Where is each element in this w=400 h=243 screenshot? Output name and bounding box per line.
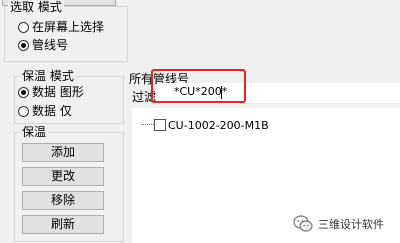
remove-button[interactable]: 移除 — [22, 191, 104, 210]
radio-label: 数据 图形 — [32, 85, 84, 99]
add-button[interactable]: 添加 — [22, 143, 104, 162]
wechat-icon — [293, 215, 313, 232]
radio-data-only[interactable]: 数据 仅 — [18, 104, 72, 118]
radio-label: 在屏幕上选择 — [32, 20, 105, 34]
selection-mode-title: 选取 模式 — [8, 0, 64, 14]
radio-label: 数据 仅 — [32, 104, 72, 118]
modify-button[interactable]: 更改 — [22, 167, 104, 186]
checkbox-icon[interactable] — [154, 119, 166, 131]
radio-selected-icon — [18, 87, 29, 98]
radio-icon — [18, 22, 29, 33]
radio-line-number[interactable]: 管线号 — [18, 38, 68, 52]
radio-icon — [18, 106, 29, 117]
insulation-title: 保温 — [20, 125, 49, 139]
radio-selected-icon — [18, 40, 29, 51]
tree-connector — [142, 124, 154, 125]
tree-item[interactable]: CU-1002-200-M1B — [142, 119, 269, 132]
watermark-text: 三维设计软件 — [318, 218, 384, 231]
selection-mode-group — [4, 6, 128, 62]
highlight-box — [151, 69, 246, 103]
refresh-button[interactable]: 刷新 — [22, 215, 104, 234]
radio-data-graphics[interactable]: 数据 图形 — [18, 85, 84, 99]
tree-item-label: CU-1002-200-M1B — [168, 119, 269, 132]
radio-label: 管线号 — [32, 38, 69, 52]
radio-select-on-screen[interactable]: 在屏幕上选择 — [18, 20, 104, 34]
insulation-mode-title: 保温 模式 — [20, 69, 76, 83]
